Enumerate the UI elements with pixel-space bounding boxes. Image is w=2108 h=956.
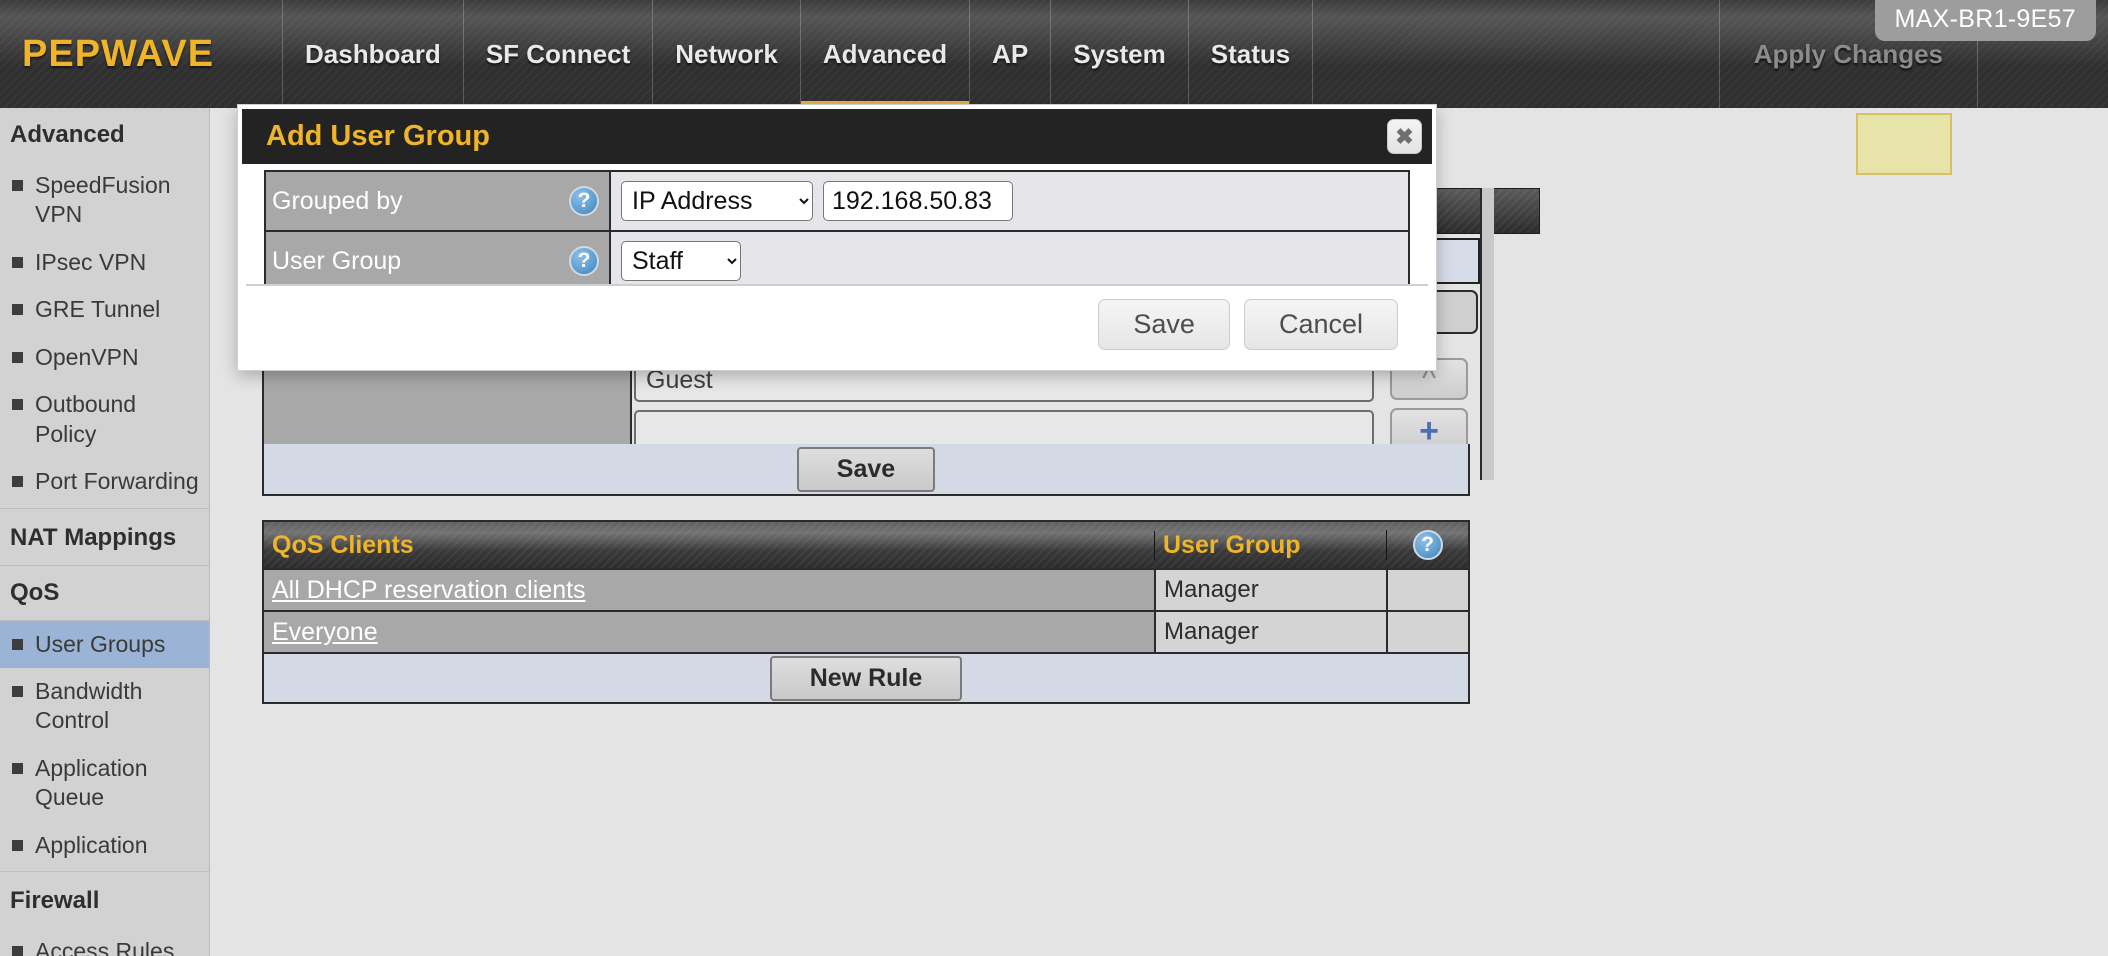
user-groups-save-bar: Save [262, 444, 1470, 496]
tab-advanced[interactable]: Advanced [799, 0, 970, 108]
new-rule-button[interactable]: New Rule [769, 655, 963, 701]
sidebar-item-label: Application Queue [35, 754, 148, 811]
close-icon[interactable]: ✖ [1387, 119, 1422, 154]
modal-cancel-button[interactable]: Cancel [1243, 298, 1398, 350]
sidebar-item-label: IPsec VPN [35, 248, 147, 275]
qos-clients-footer: New Rule [264, 652, 1468, 702]
field-cell-user-group: Manager Staff Guest [611, 232, 1408, 290]
modal-title: Add User Group [266, 120, 490, 152]
help-icon[interactable]: ? [1412, 530, 1443, 560]
tab-status[interactable]: Status [1187, 0, 1312, 108]
tab-dashboard[interactable]: Dashboard [282, 0, 463, 108]
sidebar-item-outbound-policy[interactable]: Outbound Policy [0, 381, 209, 458]
label-cell-grouped-by: Grouped by ? [266, 172, 611, 230]
sidebar-item-application[interactable]: Application [0, 822, 209, 869]
tab-system[interactable]: System [1050, 0, 1188, 108]
field-cell-grouped-by: IP Address MAC Address Subnet Domain Nam… [611, 172, 1408, 230]
bullet-icon [12, 476, 23, 488]
tab-sf-connect[interactable]: SF Connect [462, 0, 652, 108]
sidebar-divider [0, 507, 209, 509]
qos-clients-table-header: QoS Clients User Group ? [264, 522, 1468, 568]
background-highlight-box [1856, 113, 1952, 175]
sidebar-item-application-queue[interactable]: Application Queue [0, 745, 209, 822]
sidebar-item-bandwidth-control[interactable]: Bandwidth Control [0, 668, 209, 745]
sidebar-item-label: OpenVPN [35, 343, 139, 370]
table-row[interactable]: Everyone Manager [264, 610, 1468, 652]
sidebar-item-label: Application [35, 831, 148, 858]
modal-save-button[interactable]: Save [1098, 298, 1230, 350]
sidebar-group-qos: QoS [0, 566, 209, 621]
sidebar-item-label: Bandwidth Control [35, 677, 143, 734]
sidebar-item-label: Access Rules [35, 938, 175, 956]
sidebar-item-gre-tunnel[interactable]: GRE Tunnel [0, 286, 209, 333]
form-row-user-group: User Group ? Manager Staff Guest [264, 230, 1410, 292]
column-header-help: ? [1386, 530, 1468, 560]
bullet-icon [12, 351, 23, 363]
sidebar-item-user-groups[interactable]: User Groups [0, 620, 209, 668]
sidebar-item-label: Outbound Policy [35, 391, 137, 447]
sidebar-item-label: GRE Tunnel [35, 296, 161, 323]
help-icon[interactable]: ? [569, 246, 599, 276]
sidebar-group-advanced: Advanced [10, 121, 125, 148]
user-group-select[interactable]: Manager Staff Guest [621, 241, 741, 281]
sidebar-group-firewall: Firewall [10, 887, 100, 915]
modal-body: Grouped by ? IP Address MAC Address Subn… [242, 164, 1432, 292]
help-icon[interactable]: ? [569, 186, 599, 216]
tab-network[interactable]: Network [652, 0, 800, 108]
bullet-icon [12, 685, 23, 697]
sidebar-item-label: SpeedFusion VPN [35, 172, 171, 228]
qos-user-group-cell: Manager [1154, 612, 1386, 652]
qos-client-cell: Everyone [264, 612, 1154, 652]
bullet-icon [12, 399, 23, 411]
save-button[interactable]: Save [796, 446, 936, 492]
qos-clients-table: QoS Clients User Group ? All DHCP reserv… [262, 520, 1470, 704]
sidebar-item-label: Port Forwarding [35, 468, 199, 495]
sidebar-item-speedfusion-vpn[interactable]: SpeedFusion VPN [0, 162, 209, 239]
brand-logo: PEPWAVE [22, 32, 215, 75]
sidebar-item-label: User Groups [35, 630, 166, 657]
sidebar: Advanced SpeedFusion VPN IPsec VPN GRE T… [0, 108, 210, 956]
field-label: Grouped by [272, 186, 403, 215]
bullet-icon [12, 304, 23, 316]
column-header-qos-clients: QoS Clients [272, 530, 414, 559]
background-right-rail [1480, 188, 1494, 480]
modal-header: Add User Group ✖ [242, 109, 1432, 164]
label-cell-user-group: User Group ? [266, 232, 611, 290]
sidebar-group-nat-mappings[interactable]: NAT Mappings [0, 511, 209, 566]
field-label: User Group [272, 246, 402, 275]
table-row[interactable]: All DHCP reservation clients Manager [264, 568, 1468, 610]
grouped-by-select[interactable]: IP Address MAC Address Subnet Domain Nam… [621, 181, 813, 221]
sidebar-divider [0, 871, 209, 873]
qos-client-link[interactable]: Everyone [272, 618, 378, 647]
sidebar-item-port-forwarding[interactable]: Port Forwarding [0, 458, 209, 505]
tab-ap[interactable]: AP [969, 0, 1050, 108]
ip-address-input[interactable] [823, 181, 1013, 221]
bullet-icon [12, 638, 23, 650]
bullet-icon [12, 762, 23, 774]
bullet-icon [12, 256, 23, 268]
bullet-icon [12, 839, 23, 851]
sidebar-item-openvpn[interactable]: OpenVPN [0, 334, 209, 381]
modal-footer: Save Cancel [246, 284, 1428, 362]
qos-user-group-cell: Manager [1154, 570, 1386, 610]
column-header-user-group: User Group [1154, 530, 1386, 560]
device-name-badge: MAX-BR1-9E57 [1874, 0, 2096, 41]
qos-client-link[interactable]: All DHCP reservation clients [272, 576, 586, 605]
qos-action-cell [1386, 612, 1468, 652]
qos-client-cell: All DHCP reservation clients [264, 570, 1154, 610]
top-navigation-bar: PEPWAVE Dashboard SF Connect Network Adv… [0, 0, 2108, 108]
bullet-icon [12, 180, 23, 191]
nav-tabs: Dashboard SF Connect Network Advanced AP… [282, 0, 2108, 108]
sidebar-item-access-rules[interactable]: Access Rules [0, 928, 209, 956]
bullet-icon [12, 946, 23, 956]
add-user-group-modal: Add User Group ✖ Grouped by ? IP Address… [238, 105, 1436, 370]
nav-spacer [1312, 0, 1719, 108]
sidebar-item-ipsec-vpn[interactable]: IPsec VPN [0, 239, 209, 286]
qos-action-cell [1386, 570, 1468, 610]
form-row-grouped-by: Grouped by ? IP Address MAC Address Subn… [264, 170, 1410, 230]
